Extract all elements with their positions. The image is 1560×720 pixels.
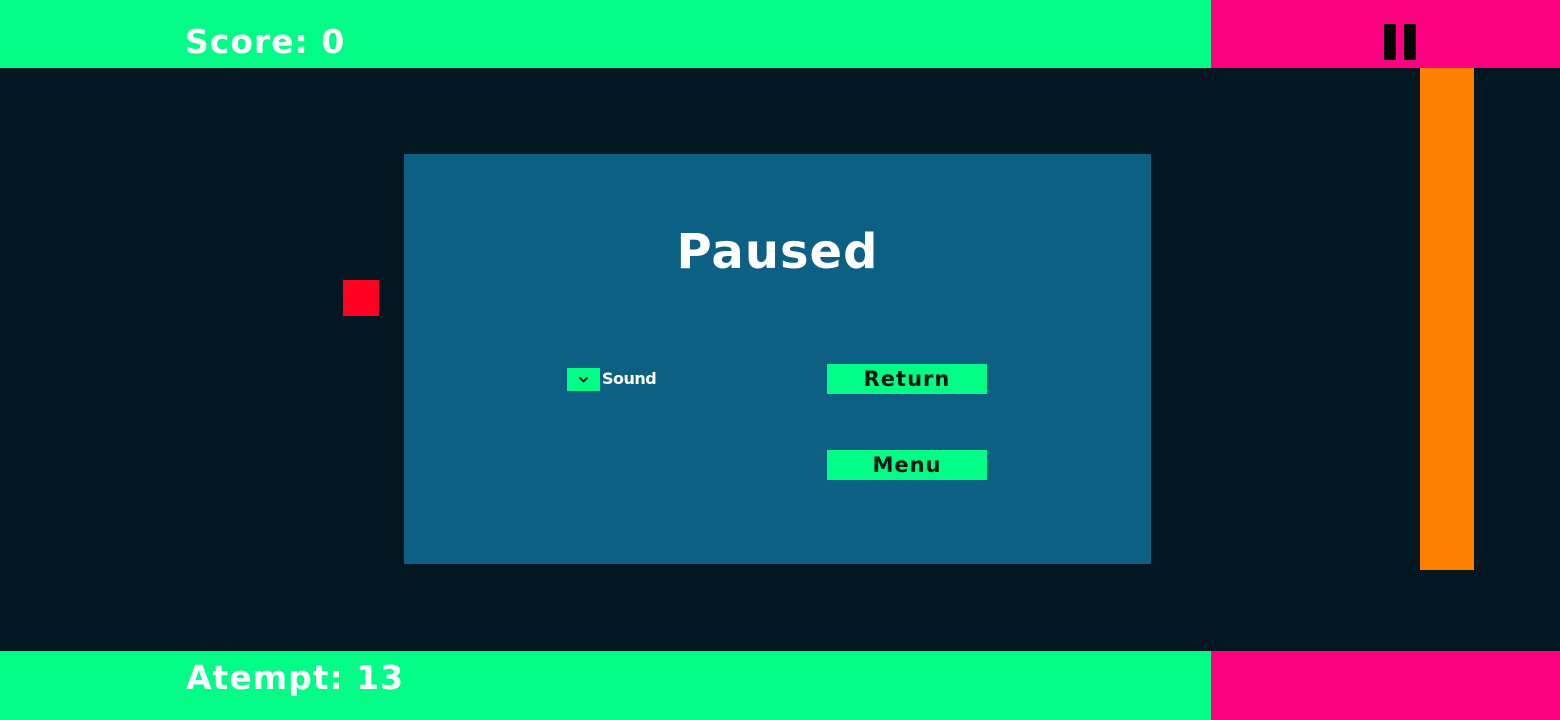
bottom-hud-bar-pink <box>1211 651 1560 720</box>
game-stage: Score: 0 Atempt: 13 Paused Sound Return … <box>0 0 1560 720</box>
sound-checkbox[interactable] <box>567 368 600 391</box>
menu-button[interactable]: Menu <box>827 450 987 480</box>
sound-label: Sound <box>602 369 657 388</box>
bottom-hud-bar <box>0 651 1211 720</box>
player-square <box>343 280 379 316</box>
pause-panel: Paused Sound Return Menu <box>404 154 1151 564</box>
attempt-counter: Atempt: 13 <box>186 658 405 697</box>
top-hud-bar <box>0 0 1211 68</box>
return-button[interactable]: Return <box>827 364 987 394</box>
pause-button[interactable] <box>1376 16 1432 66</box>
score-display: Score: 0 <box>185 22 346 61</box>
sound-toggle[interactable]: Sound <box>567 368 667 392</box>
pause-icon <box>1384 24 1396 60</box>
check-icon <box>579 377 588 383</box>
pause-icon <box>1404 24 1416 60</box>
obstacle <box>1420 68 1474 570</box>
pause-title: Paused <box>676 224 879 280</box>
